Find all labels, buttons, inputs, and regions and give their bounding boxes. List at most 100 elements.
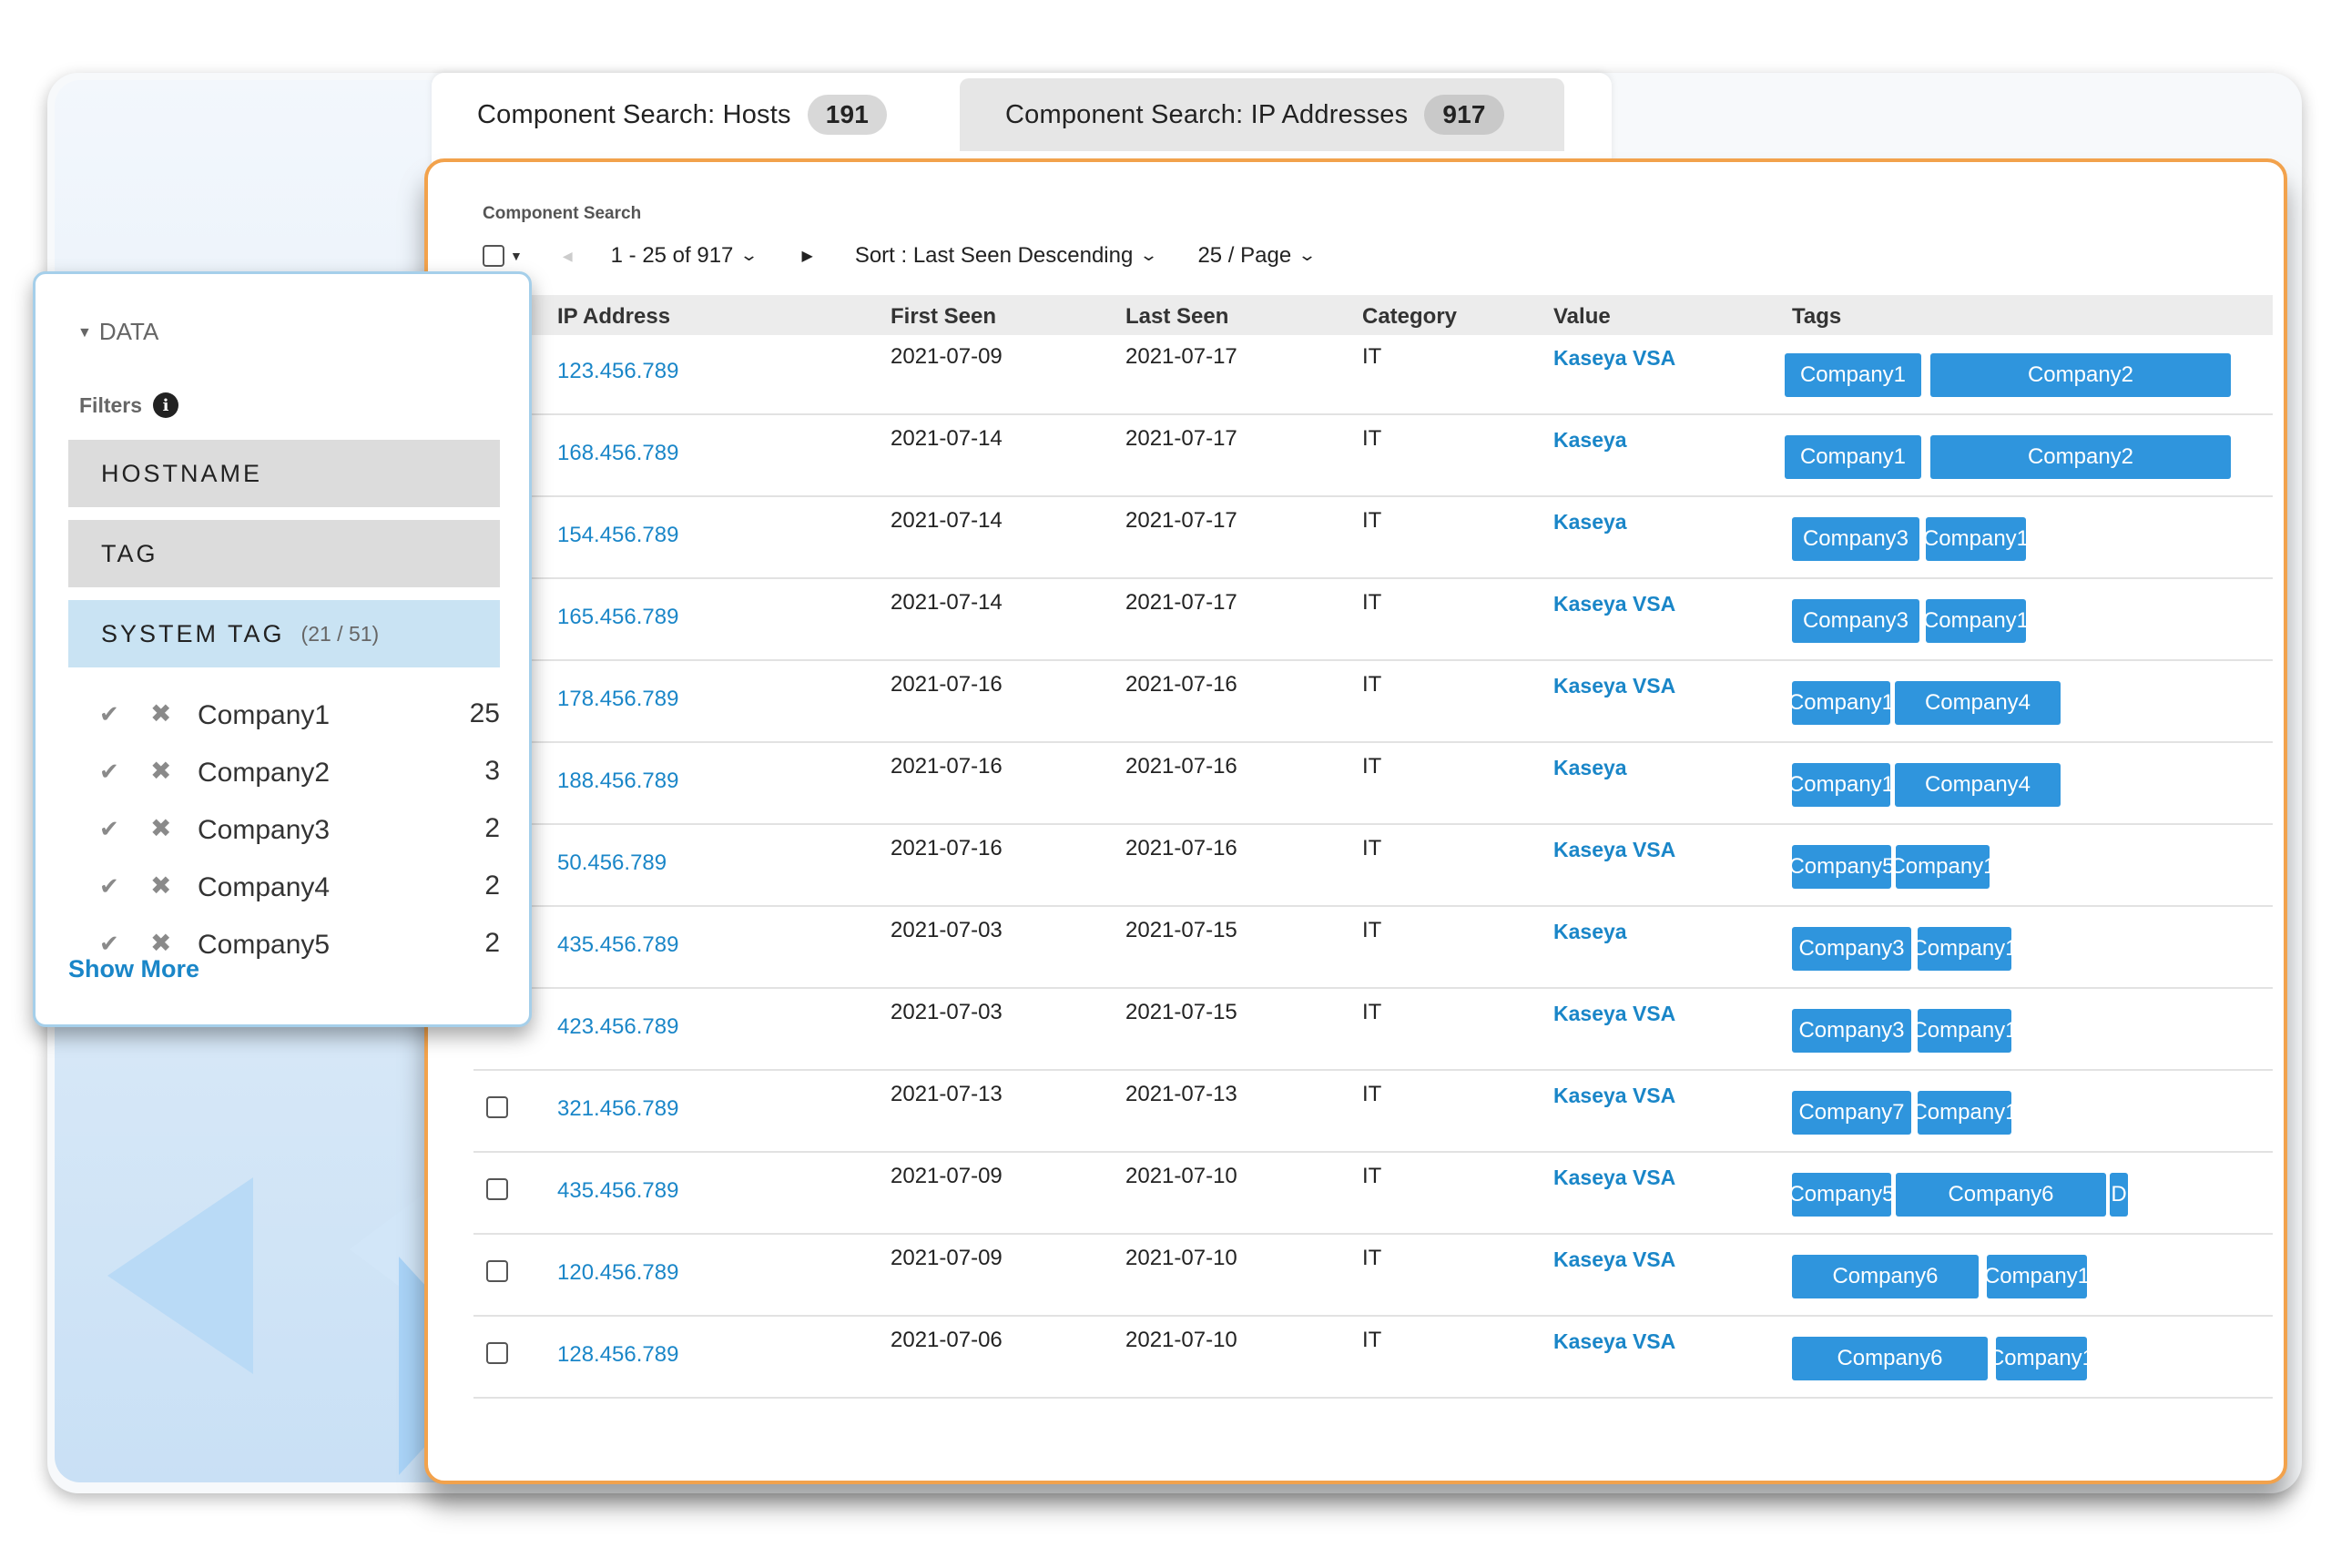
table-row[interactable]: 50.456.789 2021-07-16 2021-07-16 IT Kaseya V… [473,827,2273,907]
value-link[interactable]: Kaseya VSA [1553,1329,1675,1354]
data-section-toggle[interactable]: ▼ DATA [77,318,158,346]
table-row[interactable]: 188.456.789 2021-07-16 2021-07-16 IT Kaseya C… [473,745,2273,825]
check-icon[interactable]: ✔ [99,930,119,958]
value-link[interactable]: Kaseya [1553,510,1627,535]
tag-chip[interactable]: Company4 [1895,681,2061,725]
tag-chip[interactable]: Company6 [1896,1173,2106,1217]
value-link[interactable]: Kaseya VSA [1553,674,1675,698]
check-icon[interactable]: ✔ [99,700,119,728]
facet-tag[interactable]: TAG [68,520,500,587]
ip-address-link[interactable]: 123.456.789 [557,359,678,384]
column-header-last-seen[interactable]: Last Seen [1125,304,1228,330]
column-header-category[interactable]: Category [1362,304,1457,330]
ip-address-link[interactable]: 50.456.789 [557,850,667,876]
tag-chip[interactable]: Company1 [1785,435,1921,479]
tag-chip[interactable]: Company1 [1989,1337,2094,1380]
tag-chip[interactable]: Company1 [1911,1009,2018,1053]
ip-address-link[interactable]: 128.456.789 [557,1342,678,1368]
tag-chip[interactable]: Company1 [1788,763,1894,807]
table-row[interactable]: 321.456.789 2021-07-13 2021-07-13 IT Kaseya … [473,1073,2273,1153]
value-link[interactable]: Kaseya VSA [1553,1084,1675,1108]
row-checkbox[interactable] [486,1178,508,1200]
ip-address-link[interactable]: 188.456.789 [557,769,678,794]
tag-chip[interactable]: Company7 [1792,1091,1911,1135]
column-header-ip[interactable]: IP Address [557,304,670,330]
value-link[interactable]: Kaseya [1553,756,1627,780]
page-size-select[interactable]: 25 / Page ⌄ [1197,243,1317,269]
facet-hostname[interactable]: HOSTNAME [68,440,500,507]
ip-address-link[interactable]: 435.456.789 [557,1178,678,1204]
value-link[interactable]: Kaseya VSA [1553,346,1675,371]
row-checkbox[interactable] [486,1096,508,1118]
ip-address-link[interactable]: 120.456.789 [557,1260,678,1286]
row-checkbox[interactable] [486,1342,508,1364]
tab-hosts[interactable]: Component Search: Hosts 191 [477,78,888,151]
row-checkbox[interactable] [486,1260,508,1282]
sort-select[interactable]: Sort : Last Seen Descending ⌄ [855,243,1159,269]
tag-chip[interactable]: Company1 [1785,353,1921,397]
check-icon[interactable]: ✔ [99,758,119,786]
tag-chip[interactable]: Company1 [1923,517,2029,561]
table-row[interactable]: 154.456.789 2021-07-14 2021-07-17 IT Kaseya C… [473,499,2273,579]
next-page-icon[interactable]: ▶ [802,247,813,265]
table-row[interactable]: 423.456.789 2021-07-03 2021-07-15 IT Kaseya … [473,991,2273,1071]
table-row[interactable]: 120.456.789 2021-07-09 2021-07-10 IT Kaseya … [473,1237,2273,1317]
table-row[interactable]: 168.456.789 2021-07-14 2021-07-17 IT Kaseya C… [473,417,2273,497]
ip-address-link[interactable]: 168.456.789 [557,441,678,466]
table-row[interactable]: 435.456.789 2021-07-09 2021-07-10 IT Kaseya … [473,1155,2273,1235]
previous-page-icon[interactable]: ◀ [563,249,573,264]
check-icon[interactable]: ✔ [99,815,119,843]
value-link[interactable]: Kaseya VSA [1553,592,1675,616]
exclude-icon[interactable]: ✖ [150,813,171,843]
tag-chip[interactable]: Company6 [1792,1337,1988,1380]
tag-chip[interactable]: Company3 [1792,927,1911,971]
table-row[interactable]: 435.456.789 2021-07-03 2021-07-15 IT Kaseya C… [473,909,2273,989]
ip-address-link[interactable]: 435.456.789 [557,932,678,958]
ip-address-link[interactable]: 154.456.789 [557,523,678,548]
table-row[interactable]: 123.456.789 2021-07-09 2021-07-17 IT Kaseya … [473,335,2273,415]
tag-chip[interactable]: Company1 [1923,599,2029,643]
column-header-tags[interactable]: Tags [1792,304,1841,330]
tab-ip-addresses[interactable]: Component Search: IP Addresses 917 [960,78,1564,151]
value-link[interactable]: Kaseya VSA [1553,1247,1675,1272]
tag-chip[interactable]: Company3 [1792,517,1919,561]
tag-chip[interactable]: Company4 [1895,763,2061,807]
exclude-icon[interactable]: ✖ [150,698,171,728]
value-link[interactable]: Kaseya VSA [1553,838,1675,862]
ip-address-link[interactable]: 321.456.789 [557,1096,678,1122]
info-icon[interactable]: i [153,392,179,418]
table-row[interactable]: 128.456.789 2021-07-06 2021-07-10 IT Kaseya … [473,1319,2273,1399]
tag-chip[interactable]: Company1 [1911,1091,2018,1135]
value-link[interactable]: Kaseya [1553,428,1627,453]
exclude-icon[interactable]: ✖ [150,871,171,901]
tag-chip[interactable]: Company2 [1930,435,2231,479]
table-row[interactable]: 165.456.789 2021-07-14 2021-07-17 IT Kaseya … [473,581,2273,661]
table-row[interactable]: 178.456.789 2021-07-16 2021-07-16 IT Kaseya … [473,663,2273,743]
tag-chip[interactable]: D [2110,1173,2128,1217]
ip-address-link[interactable]: 178.456.789 [557,687,678,712]
tag-chip[interactable]: Company1 [1788,681,1894,725]
caret-down-icon[interactable]: ▼ [510,249,523,263]
tag-chip[interactable]: Company1 [1984,1255,2090,1298]
ip-address-link[interactable]: 423.456.789 [557,1014,678,1040]
exclude-icon[interactable]: ✖ [150,756,171,786]
tag-chip[interactable]: Company5 [1788,1173,1895,1217]
tag-chip[interactable]: Company1 [1911,927,2018,971]
tag-chip[interactable]: Company5 [1788,845,1895,889]
exclude-icon[interactable]: ✖ [150,928,171,958]
value-link[interactable]: Kaseya VSA [1553,1002,1675,1026]
select-all-checkbox[interactable] [483,245,504,267]
show-more-link[interactable]: Show More [68,955,199,983]
range-select[interactable]: 1 - 25 of 917 ⌄ [611,243,759,269]
tag-chip[interactable]: Company1 [1889,845,1996,889]
ip-address-link[interactable]: 165.456.789 [557,605,678,630]
column-header-first-seen[interactable]: First Seen [891,304,996,330]
tag-chip[interactable]: Company3 [1792,599,1919,643]
tag-chip[interactable]: Company2 [1930,353,2231,397]
value-link[interactable]: Kaseya [1553,920,1627,944]
check-icon[interactable]: ✔ [99,872,119,901]
column-header-value[interactable]: Value [1553,304,1611,330]
tag-chip[interactable]: Company3 [1792,1009,1911,1053]
tag-chip[interactable]: Company6 [1792,1255,1979,1298]
facet-system-tag[interactable]: SYSTEM TAG (21 / 51) [68,600,500,667]
